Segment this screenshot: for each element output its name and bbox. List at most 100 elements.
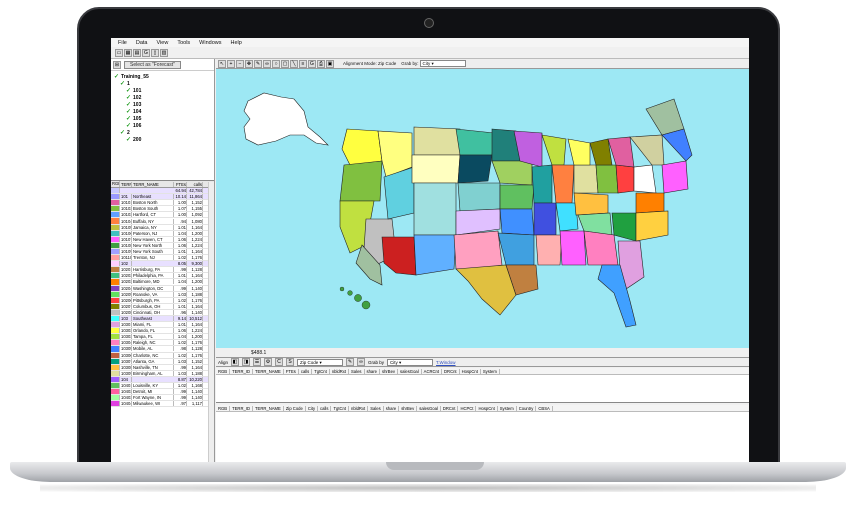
column-header[interactable]: Sales [349,368,365,374]
find-icon[interactable]: ∞ [357,358,366,366]
column-header[interactable]: Zip Code [284,405,306,411]
column-header[interactable]: TERR_ID [230,368,253,374]
select-forecast-button[interactable]: Select as "Forecast" [124,60,181,69]
pan-icon[interactable]: ✥ [245,59,253,68]
column-header[interactable]: HCPCt [458,405,477,411]
tree-node[interactable]: ✓ 101 [114,87,211,95]
edit-icon[interactable]: ✎ [346,358,355,366]
column-header[interactable]: salesGoal [417,405,441,411]
g-icon[interactable]: G [142,48,150,57]
binoculars-icon[interactable]: ∞ [263,59,271,68]
filter-icon[interactable]: ⚙ [264,358,273,366]
alaska-region[interactable] [243,92,329,146]
layers-icon[interactable]: ≡ [299,59,307,68]
menu-item-file[interactable]: File [118,40,127,46]
column-header[interactable]: calls [299,368,313,374]
column-header[interactable]: System [498,405,517,411]
pointer-icon[interactable]: ↖ [218,59,226,68]
lasso-icon[interactable]: ○ [272,59,280,68]
column-header[interactable]: shrBev [380,368,399,374]
grab-by-label: Grab by: [401,61,419,66]
column-header[interactable]: Sales [368,405,384,411]
column-header[interactable]: TgtCnt [312,368,330,374]
menu-item-view[interactable]: View [157,40,169,46]
grid-icon[interactable]: ▦ [124,48,132,57]
line-icon[interactable]: ╲ [290,59,298,68]
window-link[interactable]: T.Window [436,360,456,365]
save-icon[interactable]: ▣ [326,59,334,68]
tree-node[interactable]: ✓ 103 [114,101,211,109]
column-header[interactable]: share [384,405,400,411]
tree-node[interactable]: ✓ 104 [114,108,211,116]
menu-item-help[interactable]: Help [230,40,241,46]
tree-node[interactable]: ✓ 105 [114,115,211,123]
column-header[interactable]: nbldRxt [349,405,369,411]
column-header[interactable]: RGB [216,405,231,411]
column-header[interactable]: FTEs [174,181,187,187]
list-icon[interactable]: ☰ [253,358,262,366]
us-territory-map[interactable] [216,69,749,348]
menu-item-data[interactable]: Data [136,40,148,46]
tree-node[interactable]: ✓ 106 [114,122,211,130]
column-header[interactable]: TgtCnt [331,405,350,411]
column-header[interactable]: FTEs [284,368,299,374]
column-header[interactable]: salesGoal [398,368,422,374]
expand-icon[interactable]: ⊞ [113,60,121,69]
cell-name: New York North [132,242,174,248]
chart-icon[interactable]: ▥ [160,48,168,57]
hawaii-region[interactable] [339,286,371,310]
column-header[interactable]: HospCnt [476,405,498,411]
column-header[interactable]: TERR_NAME [132,181,174,187]
column-header[interactable]: shrBev [399,405,418,411]
column-header[interactable]: nbldRxt [330,368,350,374]
cell-calls: 1,140 [187,389,203,395]
page-icon[interactable]: ▯ [151,48,159,57]
tree-node[interactable]: ✓ 102 [114,94,211,102]
column-header[interactable]: TERR_ID [120,181,132,187]
color-swatch [111,303,120,309]
column-header[interactable]: RGB [111,181,120,187]
zoom-in-icon[interactable]: + [227,59,235,68]
panel-grab-select[interactable]: City ▾ [387,358,434,366]
table-row[interactable]: 10404 Milwaukee, WI .97 1,117 [111,401,214,408]
column-header[interactable]: City [306,405,319,411]
tree-node[interactable]: ✓ 2 [114,129,211,137]
tree-node[interactable]: ✓ Training_55 [114,73,211,81]
cell-id: 10109 [121,248,132,254]
column-header[interactable]: Country [517,405,537,411]
column-header[interactable]: share [365,368,380,374]
column-header[interactable]: RGB [216,368,231,374]
cell-calls: 11,864 [187,194,203,200]
select-icon[interactable]: ▢ [281,59,289,68]
grab-by-select[interactable]: City ▾ [419,60,466,67]
column-header[interactable]: ACRCnt [422,368,443,374]
g-map-icon[interactable]: G [308,59,316,68]
zoom-out-icon[interactable]: − [236,59,244,68]
table-icon[interactable]: ▤ [133,48,141,57]
column-header[interactable]: TERR_NAME [253,368,284,374]
column-header[interactable]: HospCnt [460,368,481,374]
column-header[interactable]: calls [187,181,203,187]
checkmark-icon: ✓ [126,95,132,101]
column-header[interactable]: System [481,368,500,374]
checkmark-icon: ✓ [114,74,120,80]
zip-code-select[interactable]: Zip Code ▾ [297,358,344,366]
tree-node[interactable]: ✓ 1 [114,80,211,88]
align-left-icon[interactable]: ◧ [231,358,240,366]
pencil-icon[interactable]: ✎ [254,59,262,68]
open-icon[interactable]: ▭ [115,48,123,57]
print-icon[interactable]: ⎙ [317,59,325,68]
column-header[interactable]: calls [318,405,332,411]
grid-scrollbar[interactable] [208,182,214,465]
column-header[interactable]: DRCnt [441,405,459,411]
align-right-icon[interactable]: ◨ [242,358,251,366]
column-header[interactable]: CBSA [536,405,553,411]
c-icon[interactable]: C [275,358,284,366]
tree-node[interactable]: ✓ 200 [114,136,211,144]
column-header[interactable]: DRCnt [442,368,460,374]
column-header[interactable]: TERR_NAME [253,405,284,411]
s-icon[interactable]: S [286,358,295,366]
menu-item-windows[interactable]: Windows [199,40,221,46]
menu-item-tools[interactable]: Tools [177,40,190,46]
column-header[interactable]: TERR_ID [230,405,253,411]
